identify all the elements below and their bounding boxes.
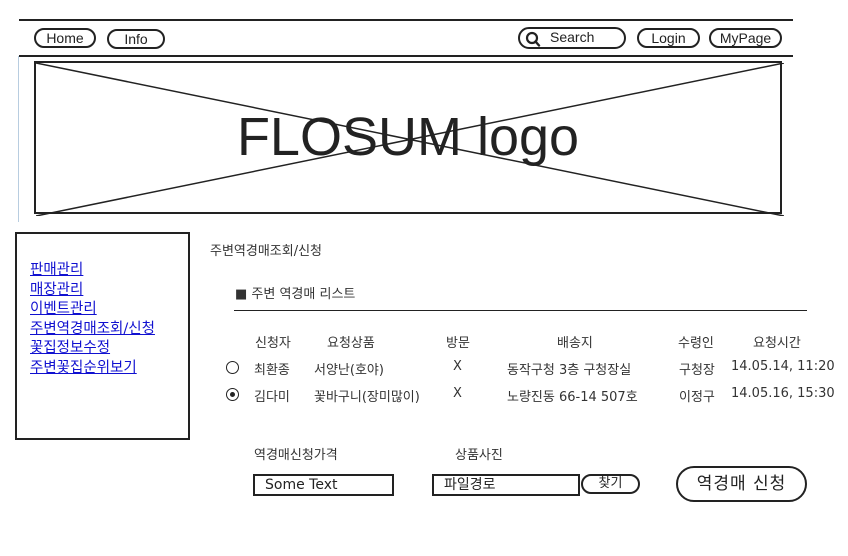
table-row-time: 14.05.14, 11:20 — [731, 359, 835, 374]
row-select-radio[interactable] — [226, 361, 239, 374]
find-file-button[interactable]: 찾기 — [581, 474, 640, 494]
nav-bottom-border — [19, 55, 793, 57]
logo-placeholder: FLOSUM logo — [34, 61, 784, 216]
login-button[interactable]: Login — [637, 28, 700, 48]
header-delivery-address: 배송지 — [557, 336, 593, 351]
table-row-visit: X — [453, 386, 462, 401]
nav-left-edge — [18, 56, 19, 222]
header-visit: 방문 — [446, 336, 470, 351]
price-label: 역경매신청가격 — [254, 448, 338, 463]
photo-path-input[interactable]: 파일경로 — [432, 474, 580, 496]
table-row-address: 노량진동 66-14 507호 — [507, 390, 638, 405]
nav-top-border — [19, 19, 793, 21]
sidebar-item-shop-ranking[interactable]: 주변꽃집순위보기 — [30, 359, 155, 379]
section-title: ■ 주변 역경매 리스트 — [235, 287, 356, 302]
sidebar-menu: 판매관리 매장관리 이벤트관리 주변역경매조회/신청 꽃집정보수정 주변꽃집순위… — [30, 261, 155, 378]
search-input[interactable]: Search — [518, 27, 626, 49]
table-row-product: 꽃바구니(장미많이) — [314, 390, 420, 405]
table-row-recipient: 이정구 — [679, 390, 715, 405]
logo-text: FLOSUM logo — [236, 107, 580, 167]
search-icon — [525, 31, 541, 47]
price-input[interactable]: Some Text — [253, 474, 394, 496]
table-row-address: 동작구청 3층 구청장실 — [507, 363, 632, 378]
reverse-auction-submit-button[interactable]: 역경매 신청 — [676, 466, 807, 502]
table-row-time: 14.05.16, 15:30 — [731, 386, 835, 401]
page-title: 주변역경매조회/신청 — [210, 244, 323, 259]
sidebar: 판매관리 매장관리 이벤트관리 주변역경매조회/신청 꽃집정보수정 주변꽃집순위… — [15, 232, 190, 440]
home-button[interactable]: Home — [34, 28, 96, 48]
sidebar-item-sales[interactable]: 판매관리 — [30, 261, 155, 281]
table-row-recipient: 구청장 — [679, 363, 715, 378]
table-row-product: 서양난(호야) — [314, 363, 384, 378]
mypage-button[interactable]: MyPage — [709, 28, 782, 48]
sidebar-item-events[interactable]: 이벤트관리 — [30, 300, 155, 320]
sidebar-item-store[interactable]: 매장관리 — [30, 281, 155, 301]
header-requested-product: 요청상품 — [327, 336, 375, 351]
sidebar-item-shop-info[interactable]: 꽃집정보수정 — [30, 339, 155, 359]
header-request-time: 요청시간 — [753, 336, 801, 351]
table-row-applicant: 최환종 — [254, 363, 290, 378]
header-recipient: 수령인 — [678, 336, 714, 351]
header-applicant: 신청자 — [255, 336, 291, 351]
sidebar-item-reverse-auction[interactable]: 주변역경매조회/신청 — [30, 320, 155, 340]
photo-label: 상품사진 — [455, 448, 503, 463]
row-select-radio-selected[interactable] — [226, 388, 239, 401]
table-row-visit: X — [453, 359, 462, 374]
search-placeholder: Search — [550, 29, 595, 45]
table-row-applicant: 김다미 — [254, 390, 290, 405]
section-divider — [234, 310, 807, 311]
info-button[interactable]: Info — [107, 29, 165, 49]
